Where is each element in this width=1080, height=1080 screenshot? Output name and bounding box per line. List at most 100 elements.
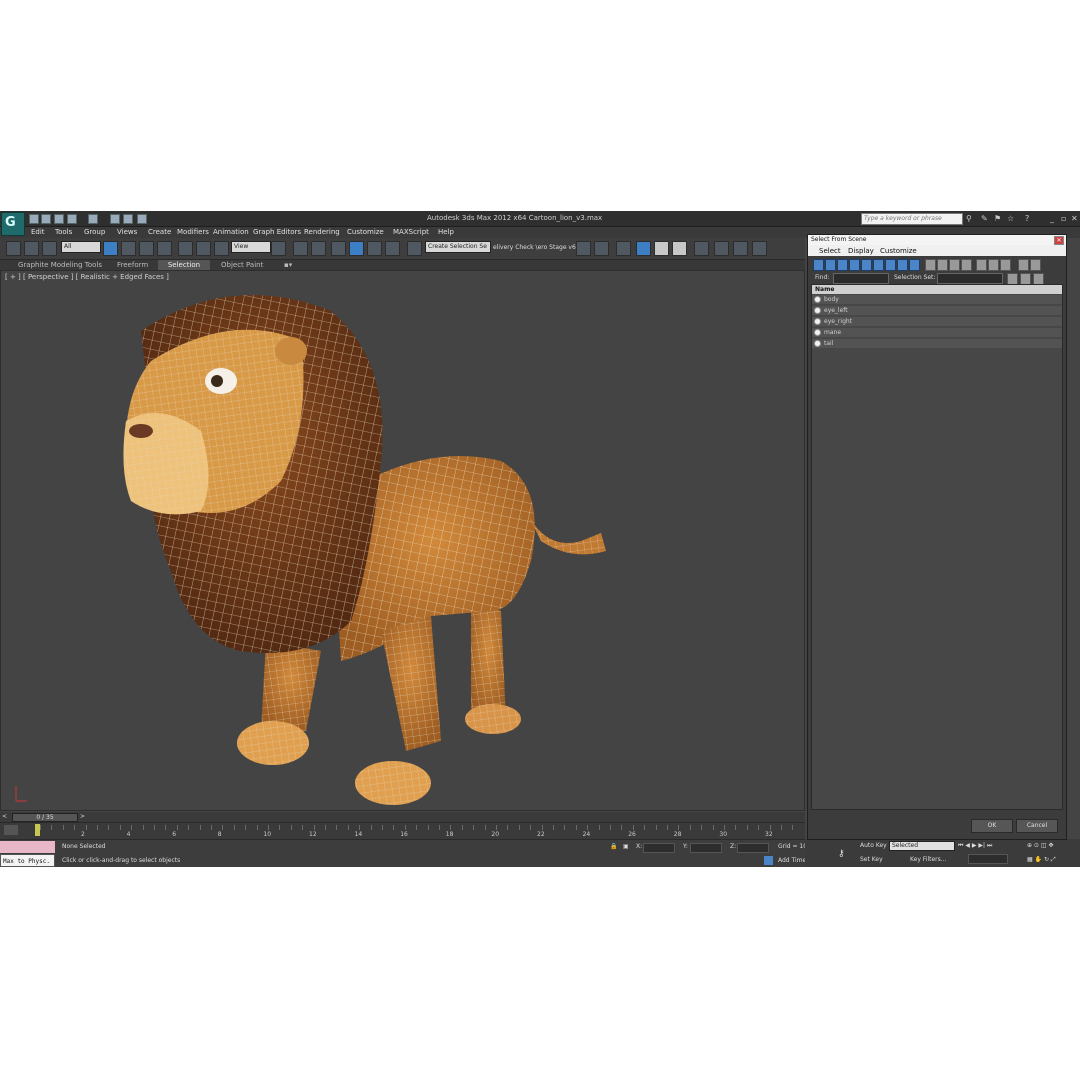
tab-object-paint[interactable]: Object Paint (217, 260, 267, 270)
pivot-center-icon[interactable] (271, 241, 286, 256)
menu-edit[interactable]: Edit (31, 228, 45, 236)
select-all-icon[interactable] (976, 259, 987, 271)
rotate-icon[interactable] (196, 241, 211, 256)
new-file-icon[interactable] (29, 214, 39, 224)
cancel-button[interactable]: Cancel (1016, 819, 1058, 833)
menu-modifiers[interactable]: Modifiers (177, 228, 209, 236)
display-none-icon[interactable] (937, 259, 948, 271)
undo-icon[interactable] (67, 214, 77, 224)
layer-manager-icon[interactable] (616, 241, 631, 256)
time-next-icon[interactable]: > (80, 813, 85, 820)
name-column-header[interactable]: Name (812, 285, 1062, 294)
select-invert-icon[interactable] (1000, 259, 1011, 271)
menu-graph-editors[interactable]: Graph Editors (253, 228, 301, 236)
dialog-menu-customize[interactable]: Customize (880, 247, 917, 255)
menu-group[interactable]: Group (84, 228, 105, 236)
display-space-warps-icon[interactable] (873, 259, 884, 271)
save-file-icon[interactable] (54, 214, 64, 224)
display-shapes-icon[interactable] (825, 259, 836, 271)
select-object-icon[interactable] (103, 241, 118, 256)
menu-create[interactable]: Create (148, 228, 171, 236)
selection-filter-dropdown[interactable]: All (61, 241, 101, 253)
y-coordinate-field[interactable] (690, 843, 722, 853)
select-link-icon[interactable] (6, 241, 21, 256)
list-item[interactable]: tail (812, 339, 1062, 349)
favorites-icon[interactable]: ☆ (1007, 214, 1014, 223)
viewport-navigation-icon[interactable]: ⊕ ⊙ ◫ ✥ (1027, 842, 1053, 849)
display-xrefs-icon[interactable] (897, 259, 908, 271)
playback-controls-icon[interactable]: ⏮ ◀ ▶ ▶| ⏭ (958, 842, 992, 850)
menu-tools[interactable]: Tools (55, 228, 72, 236)
display-helpers-icon[interactable] (861, 259, 872, 271)
window-mode-icon[interactable] (137, 214, 147, 224)
perspective-viewport[interactable]: [ + ] [ Perspective ] [ Realistic + Edge… (0, 270, 805, 811)
app-logo-icon[interactable]: G (1, 212, 25, 236)
redo-icon[interactable] (88, 214, 98, 224)
communication-icon[interactable]: ⚑ (994, 214, 1001, 223)
menu-help[interactable]: Help (438, 228, 454, 236)
display-bones-icon[interactable] (909, 259, 920, 271)
select-by-name-icon[interactable] (121, 241, 136, 256)
display-invert-icon[interactable] (949, 259, 960, 271)
select-manipulate-icon[interactable] (293, 241, 308, 256)
auto-key-button[interactable]: Auto Key (860, 842, 887, 849)
snaps-toggle-icon[interactable] (331, 241, 346, 256)
material-editor-icon[interactable] (694, 241, 709, 256)
subscription-icon[interactable]: ✎ (981, 214, 988, 223)
rectangular-selection-icon[interactable] (139, 241, 154, 256)
set-key-icon[interactable]: ⚷ (838, 849, 845, 859)
mini-curve-editor-icon[interactable] (4, 825, 18, 835)
dialog-close-icon[interactable]: ✕ (1054, 236, 1064, 245)
dialog-menu-select[interactable]: Select (819, 247, 841, 255)
sync-selection-icon[interactable] (1030, 259, 1041, 271)
list-item[interactable]: body (812, 295, 1062, 305)
display-all-icon[interactable] (925, 259, 936, 271)
tab-freeform[interactable]: Freeform (113, 260, 152, 270)
viewport-navigation-icon-2[interactable]: ▦ ✋ ↻ ⤢ (1027, 856, 1056, 864)
move-icon[interactable] (178, 241, 193, 256)
display-lights-icon[interactable] (837, 259, 848, 271)
curve-editor-icon[interactable] (654, 241, 669, 256)
unlink-icon[interactable] (24, 241, 39, 256)
bind-space-warp-icon[interactable] (42, 241, 57, 256)
menu-views[interactable]: Views (117, 228, 137, 236)
display-cameras-icon[interactable] (849, 259, 860, 271)
display-children-icon[interactable] (961, 259, 972, 271)
tab-selection[interactable]: Selection (158, 260, 210, 270)
graphite-toggle-icon[interactable] (636, 241, 651, 256)
spinner-snap-icon[interactable] (385, 241, 400, 256)
align-icon[interactable] (594, 241, 609, 256)
binoculars-icon[interactable]: ⚲ (966, 214, 972, 223)
lock-selection-icon[interactable]: 🔒 (610, 843, 617, 850)
maxscript-listener-input[interactable]: Max to Physc. (0, 854, 55, 867)
key-filters-button[interactable]: Key Filters... (910, 856, 947, 863)
window-crossing-icon[interactable] (157, 241, 172, 256)
menu-maxscript[interactable]: MAXScript (393, 228, 429, 236)
absolute-mode-icon[interactable]: ▣ (623, 843, 629, 850)
menu-rendering[interactable]: Rendering (304, 228, 340, 236)
display-geometry-icon[interactable] (813, 259, 824, 271)
find-input[interactable] (833, 273, 889, 284)
filter-icon[interactable] (1018, 259, 1029, 271)
track-bar[interactable]: 2 4 6 8 10 12 14 16 18 20 22 24 26 28 30 32 (0, 822, 805, 839)
rendered-frame-window-icon[interactable] (733, 241, 748, 256)
display-groups-icon[interactable] (885, 259, 896, 271)
help-icon[interactable]: ? (1025, 214, 1029, 223)
set-key-button[interactable]: Set Key (860, 856, 883, 863)
z-coordinate-field[interactable] (737, 843, 769, 853)
dialog-menu-display[interactable]: Display (848, 247, 874, 255)
edit-named-selection-icon[interactable] (407, 241, 422, 256)
schematic-view-icon[interactable] (672, 241, 687, 256)
mirror-icon[interactable] (576, 241, 591, 256)
list-item[interactable]: eye_left (812, 306, 1062, 316)
scale-icon[interactable] (214, 241, 229, 256)
time-slider[interactable]: 0 / 35 (12, 813, 78, 822)
restore-icon[interactable]: ▫ (1061, 214, 1066, 223)
current-frame-field[interactable] (968, 854, 1008, 864)
open-file-icon[interactable] (41, 214, 51, 224)
named-selection-set-dropdown[interactable]: Create Selection Se (425, 241, 491, 253)
ok-button[interactable]: OK (971, 819, 1013, 833)
keyboard-shortcut-icon[interactable] (311, 241, 326, 256)
percent-snap-icon[interactable] (367, 241, 382, 256)
close-icon[interactable]: ✕ (1071, 214, 1078, 223)
